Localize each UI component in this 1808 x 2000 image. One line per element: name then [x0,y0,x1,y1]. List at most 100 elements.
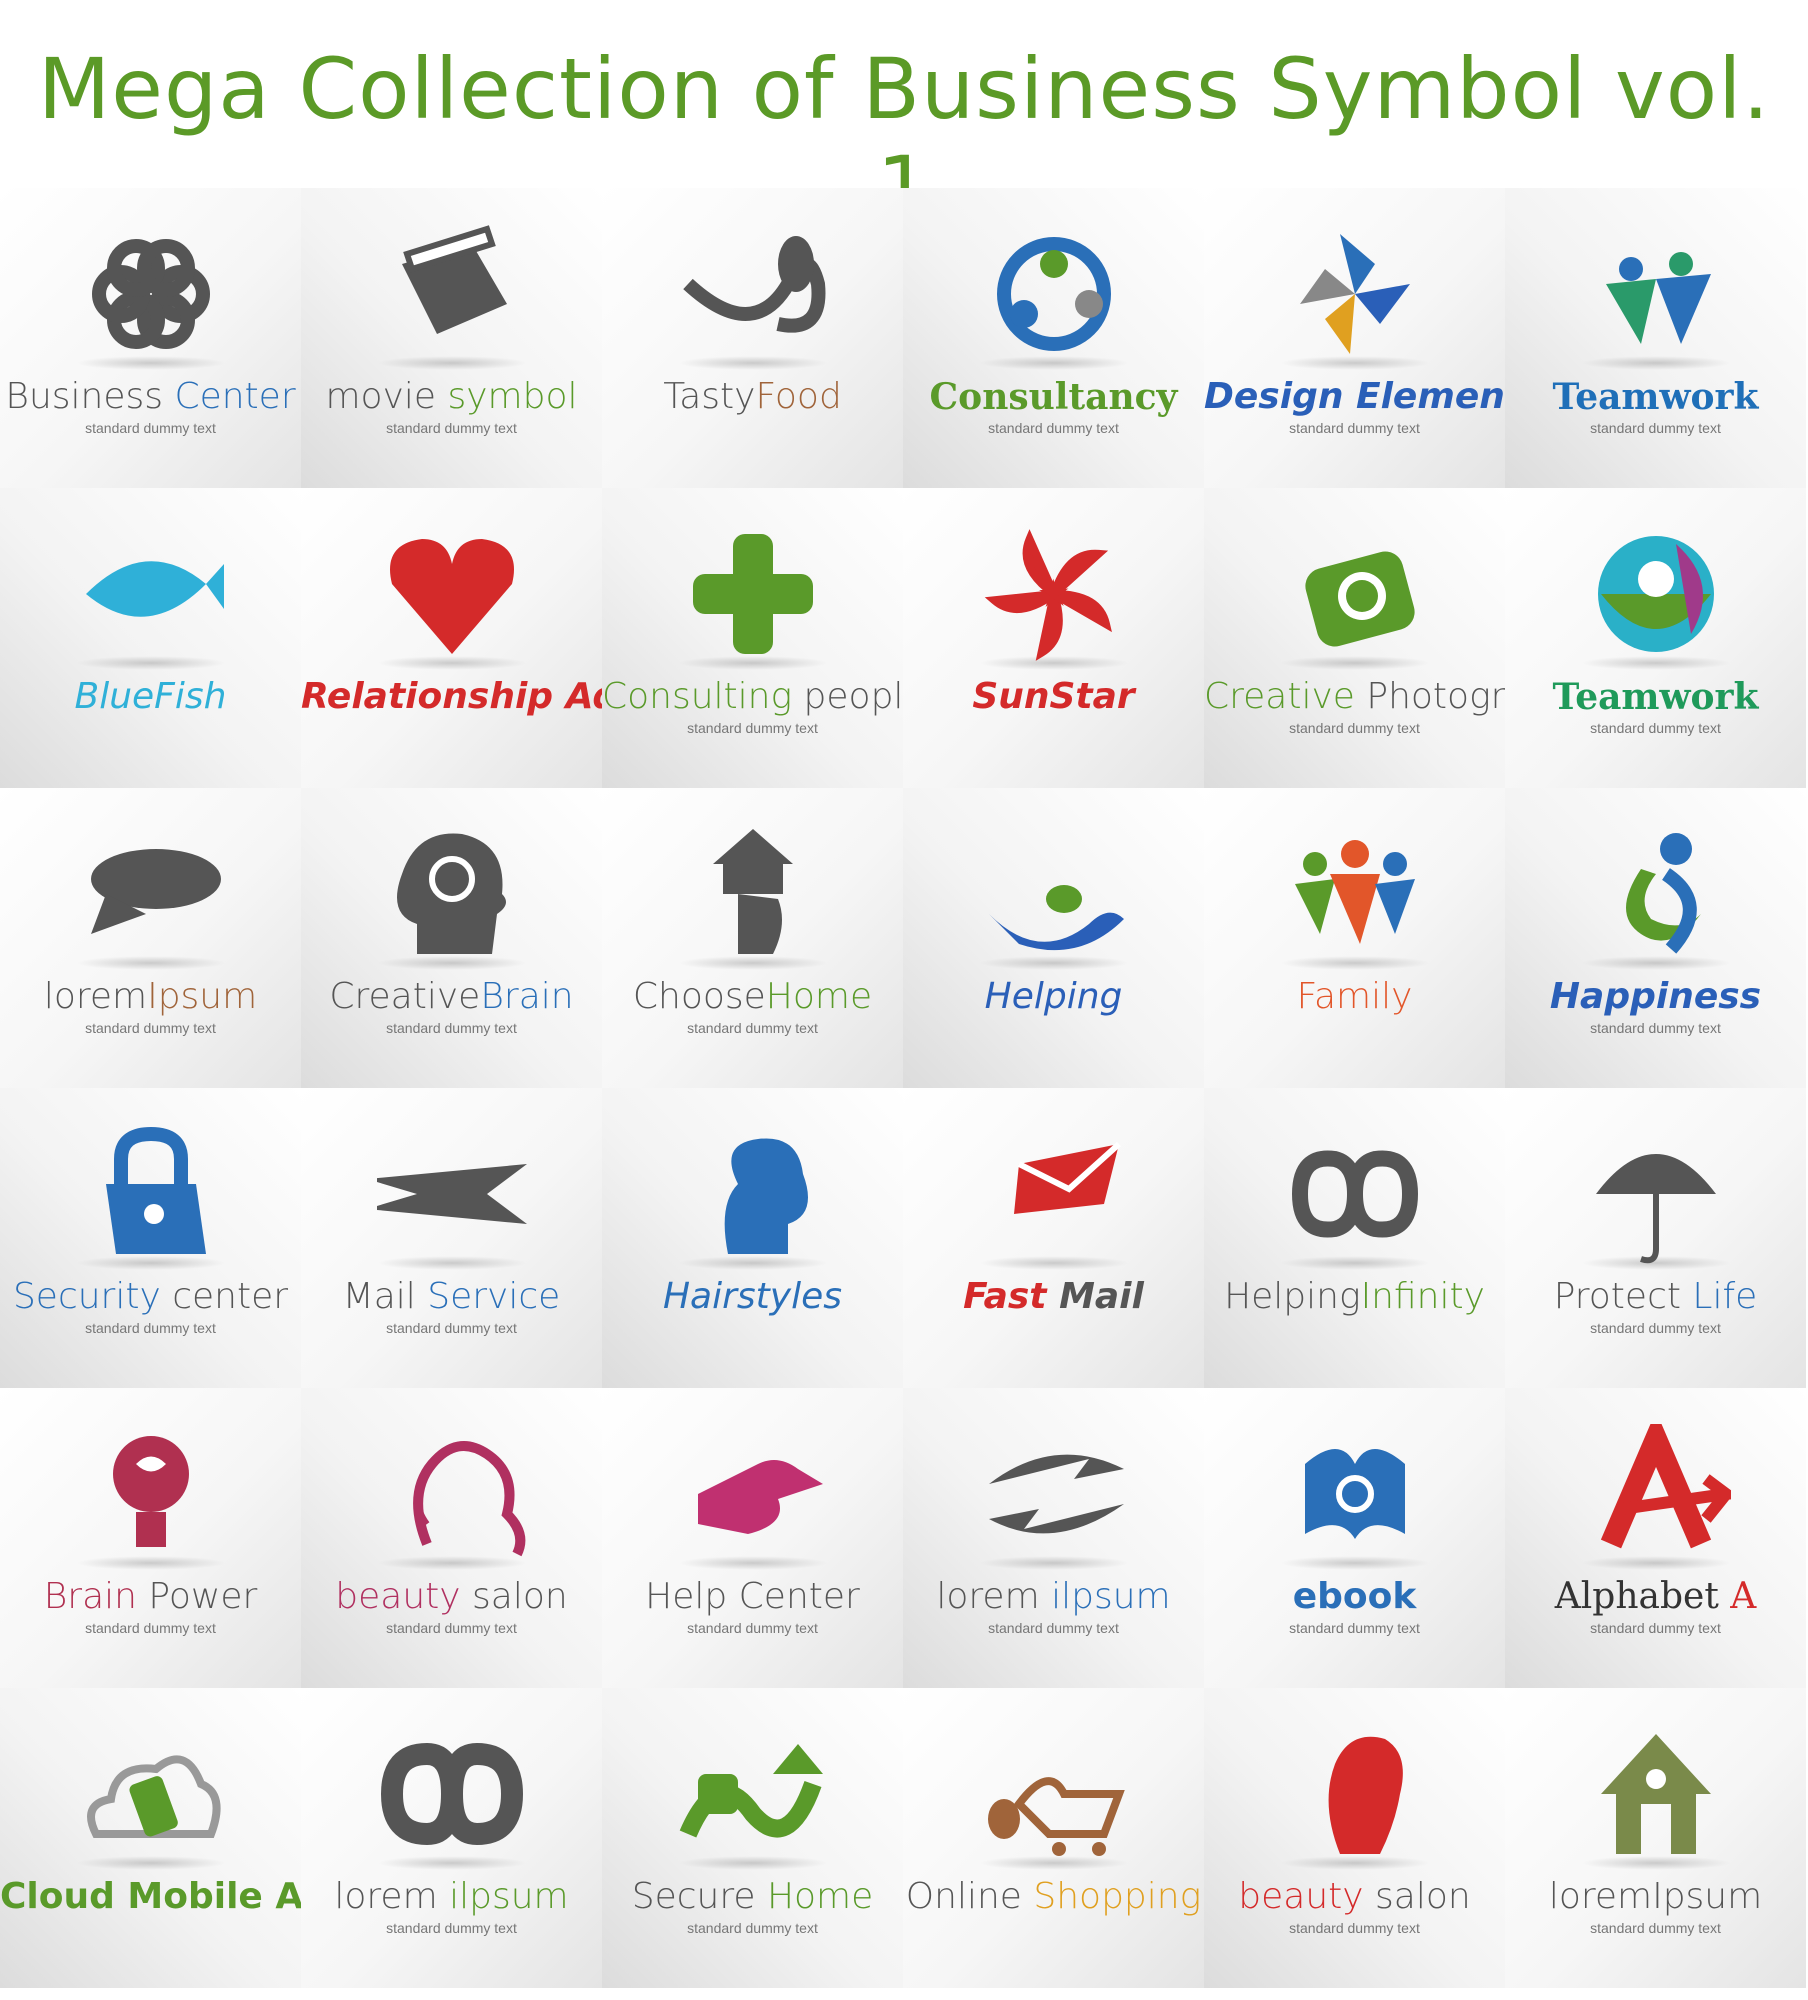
logo-tile: beauty salon standard dummy text [301,1388,602,1688]
logo-name: lorem ilpsum [301,1876,602,1917]
logo-name-part-a: SunStar [972,676,1135,717]
logo-tile: Business Center standard dummy text [0,188,301,488]
logo-name-part-b: Center [738,1576,860,1617]
logo-tagline: standard dummy text [988,1620,1119,1636]
hand-home-icon [712,829,793,954]
cloud-phone-icon [86,1755,221,1838]
logo-tile: Helping [903,788,1204,1088]
logo-tagline: standard dummy text [687,1620,818,1636]
fish-icon [85,561,224,617]
logo-name: beauty salon [301,1576,602,1617]
logo-name: loremIpsum [1505,1876,1806,1917]
logo-name-part-b: ilpsum [1051,1576,1171,1617]
logo-tagline: standard dummy text [1289,720,1420,736]
logo-name-part-a: movie [325,376,448,417]
logo-tagline: standard dummy text [386,1920,517,1936]
logo-tagline: standard dummy text [85,1020,216,1036]
logo-name-part-a: Helping [984,976,1123,1017]
logo-tagline: standard dummy text [1590,1320,1721,1336]
logo-tagline: standard dummy text [1590,1920,1721,1936]
logo-tagline: standard dummy text [85,1320,216,1336]
logo-name: Consulting people [602,676,903,717]
logo-name-part-b: Power [148,1576,258,1617]
logo-name-part-b: people [803,676,903,717]
fast-mail-icon [1013,1141,1121,1214]
logo-name-part-a: Business [5,376,175,417]
logo-name-part-b: symbol [447,376,578,417]
logo-name: Teamwork [1505,676,1806,718]
fork-spoon-icon [682,236,825,333]
logo-tile: Consulting people standard dummy text [602,488,903,788]
logo-name-part-b: Center [174,376,296,417]
logo-name: Hairstyles [602,1276,903,1317]
logo-name: Brain Power [0,1576,301,1617]
logo-tagline: standard dummy text [1590,420,1721,436]
flower-icon [91,239,210,349]
logo-name-part-a: Consulting [602,676,804,717]
logo-tagline: standard dummy text [687,1020,818,1036]
logo-tile: Cloud Mobile Apps [0,1688,301,1988]
logo-name-part-a: Teamwork [1552,376,1759,418]
logo-name-part-b: A [1730,1576,1757,1617]
mouse-cart-icon [987,1777,1125,1856]
logo-name: Teamwork [1505,376,1806,418]
logo-name-part-a: Design Element [1204,376,1505,417]
logo-name: CreativeBrain [301,976,602,1017]
logo-tile: Protect Life standard dummy text [1505,1088,1806,1388]
logo-grid: Business Center standard dummy text movie … [0,188,1808,1988]
logo-name-part-a: ebook [1292,1576,1417,1617]
logo-name: Fast Mail [903,1276,1204,1317]
hair-head-icon [724,1138,808,1254]
wave-icon [988,885,1124,951]
logo-tile: CreativeBrain standard dummy text [301,788,602,1088]
swoosh-arrows-icon [988,1454,1124,1534]
logo-name-part-a: lorem [1548,1876,1653,1917]
logo-tile: Help Center standard dummy text [602,1388,903,1688]
logo-tile: Mail Service standard dummy text [301,1088,602,1388]
logo-tile: Alphabet Astandard dummy text [1505,1388,1806,1688]
arrow-bubble-icon [90,849,221,934]
logo-tile: Online Shopping [903,1688,1204,1988]
helping-hand-icon [697,1460,823,1534]
logo-tile: Consultancy standard dummy text [903,188,1204,488]
logo-tagline: standard dummy text [85,420,216,436]
logo-name-part-b: Shopping [1033,1876,1202,1917]
logo-name: SunStar [903,676,1204,717]
puzzle-cross-icon [692,534,813,654]
logo-tile: movie symbol standard dummy text [301,188,602,488]
family-icon [1294,840,1415,944]
logo-name-part-a: Helping [1224,1276,1361,1317]
logo-name-part-a: Fast [963,1276,1060,1317]
logo-name-part-a: Tasty [663,376,756,417]
logo-tile: Creative Photography standard dummy text [1204,488,1505,788]
logo-name: Consultancy [903,376,1204,418]
team-circle-icon [1597,536,1714,652]
logo-name-part-b: Food [755,376,842,417]
camera-icon [1304,551,1415,647]
logo-tagline: standard dummy text [1289,1620,1420,1636]
logo-tile: beauty salon standard dummy text [1204,1688,1505,1988]
happy-person-icon [1625,833,1701,954]
infinity-icon [380,1742,523,1846]
logo-tagline: standard dummy text [687,720,818,736]
logo-tagline: standard dummy text [386,1320,517,1336]
lock-home-icon [679,1744,823,1838]
logo-name: Creative Photography [1204,676,1505,717]
logo-tile: Security center standard dummy text [0,1088,301,1388]
umbrella-icon [1595,1154,1716,1264]
logo-name: Alphabet A [1505,1576,1806,1617]
logo-name-part-a: Happiness [1549,976,1762,1017]
logo-name: Online Shopping [903,1876,1204,1917]
logo-tagline: standard dummy text [386,1620,517,1636]
logo-name-part-a: Mail [342,1276,428,1317]
team-icon [1605,252,1711,344]
logo-tile: BlueFish [0,488,301,788]
logo-name: Design Element [1204,376,1505,417]
logo-tile: ChooseHome standard dummy text [602,788,903,1088]
logo-tile: lorem ilpsum standard dummy text [301,1688,602,1988]
star-swirl-icon [984,529,1112,661]
logo-name: Protect Life [1505,1276,1806,1317]
logo-name: Relationship Advice [301,676,602,717]
logo-name: Cloud Mobile Apps [0,1876,301,1917]
logo-name: Helping [903,976,1204,1017]
